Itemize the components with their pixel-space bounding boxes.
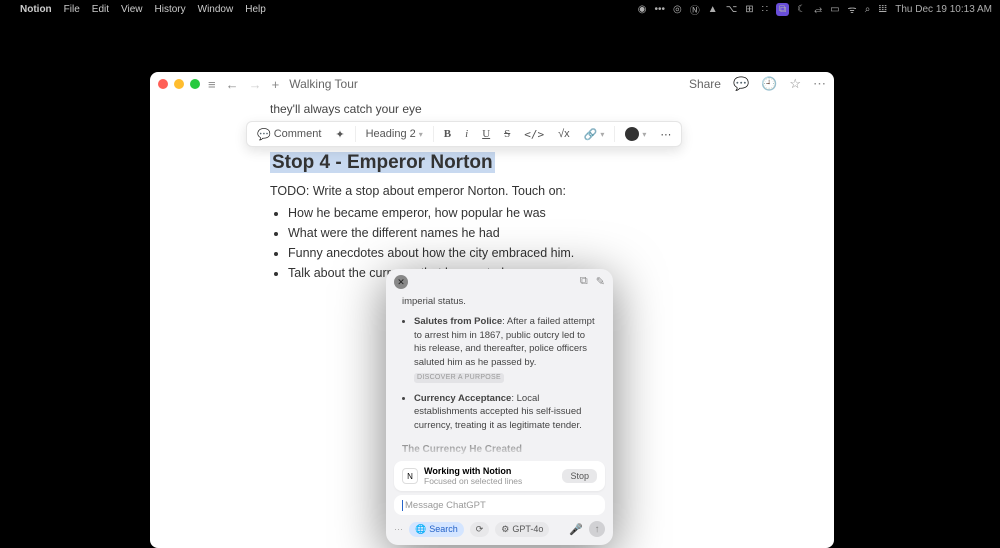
more-icon[interactable]: ⋯ <box>813 76 826 92</box>
source-badge[interactable]: DISCOVER A PURPOSE <box>414 373 504 383</box>
send-button[interactable]: ↑ <box>589 521 605 537</box>
context-bar: N Working with Notion Focused on selecte… <box>394 461 605 491</box>
macos-menubar: Notion File Edit View History Window Hel… <box>0 0 1000 18</box>
spotlight-icon[interactable]: ⌕ <box>865 4 871 15</box>
menubar-status: ◉ ••• ◎ Ⓝ ▲ ⌥ ⊞ ∷ ⧉ ☾ ⥄ ▭ ᯤ ⌕ 𝍔 Thu Dec … <box>638 2 992 17</box>
close-icon[interactable]: ✕ <box>394 275 408 289</box>
comments-icon[interactable]: 💬 <box>733 76 749 92</box>
formatting-toolbar: 💬 Comment ✦ Heading 2 ▾ B i U S </> √x 🔗… <box>246 121 682 147</box>
ai-button[interactable]: ✦ <box>331 126 348 143</box>
status-icon[interactable]: ⌥ <box>726 4 738 15</box>
menu-window[interactable]: Window <box>198 4 234 15</box>
favorite-icon[interactable]: ☆ <box>789 76 801 92</box>
forward-icon[interactable]: → <box>249 77 262 92</box>
menu-view[interactable]: View <box>121 4 143 15</box>
control-center-icon[interactable]: 𝍔 <box>878 4 887 15</box>
chatgpt-panel: ✕ ⧉ ✎ imperial status. Salutes from Poli… <box>386 269 613 545</box>
more-format-button[interactable]: ⋯ <box>656 126 675 143</box>
bullet-item[interactable]: Funny anecdotes about how the city embra… <box>288 246 714 260</box>
new-page-icon[interactable]: + <box>272 77 280 92</box>
focus-button[interactable]: ⟳ <box>470 522 490 537</box>
comment-button[interactable]: 💬 Comment <box>253 126 325 143</box>
minimize-icon[interactable] <box>174 79 184 89</box>
bullet-item[interactable]: How he became emperor, how popular he wa… <box>288 206 714 220</box>
maximize-icon[interactable] <box>190 79 200 89</box>
color-button[interactable]: ▾ <box>621 125 650 143</box>
bold-button[interactable]: B <box>440 126 455 142</box>
menu-file[interactable]: File <box>64 4 80 15</box>
new-chat-icon[interactable]: ✎ <box>596 275 605 289</box>
status-icon[interactable]: Ⓝ <box>690 2 700 17</box>
updates-icon[interactable]: 🕘 <box>761 76 777 92</box>
search-toggle[interactable]: 🌐 Search <box>409 522 464 537</box>
underline-button[interactable]: U <box>478 126 494 142</box>
model-selector[interactable]: ⚙ GPT-4o <box>495 522 549 537</box>
back-icon[interactable]: ← <box>226 77 239 92</box>
window-titlebar: ≡ ← → + Walking Tour Share 💬 🕘 ☆ ⋯ <box>150 72 834 96</box>
breadcrumb[interactable]: Walking Tour <box>289 77 358 91</box>
wifi-icon[interactable]: ᯤ <box>848 2 857 16</box>
status-icon[interactable]: ▲ <box>708 4 718 15</box>
traffic-lights[interactable] <box>158 79 200 89</box>
chat-input[interactable]: Message ChatGPT <box>394 495 605 515</box>
bullet-item[interactable]: What were the different names he had <box>288 226 714 240</box>
status-icon[interactable]: ⥄ <box>814 4 822 15</box>
context-subtitle: Focused on selected lines <box>424 476 522 486</box>
fade-overlay <box>386 435 613 457</box>
dock-icon[interactable]: ⧉ <box>580 275 588 289</box>
menu-app[interactable]: Notion <box>20 4 52 15</box>
battery-icon[interactable]: ▭ <box>830 4 839 15</box>
prev-block-text[interactable]: they'll always catch your eye <box>270 102 714 116</box>
menu-history[interactable]: History <box>155 4 186 15</box>
mic-icon[interactable]: 🎤 <box>569 523 583 536</box>
chat-response[interactable]: imperial status. Salutes from Police: Af… <box>386 295 613 457</box>
dnd-icon[interactable]: ☾ <box>797 4 806 15</box>
status-icon[interactable]: ⊞ <box>745 4 753 15</box>
sidebar-toggle-icon[interactable]: ≡ <box>208 77 216 92</box>
close-icon[interactable] <box>158 79 168 89</box>
share-button[interactable]: Share <box>689 77 721 91</box>
clock[interactable]: Thu Dec 19 10:13 AM <box>895 4 992 15</box>
attach-button[interactable]: ⋯ <box>394 524 403 535</box>
strike-button[interactable]: S <box>500 126 514 142</box>
response-bullet: Salutes from Police: After a failed atte… <box>414 315 599 384</box>
equation-button[interactable]: √x <box>554 126 574 142</box>
link-button[interactable]: 🔗▾ <box>580 126 609 143</box>
text-block[interactable]: TODO: Write a stop about emperor Norton.… <box>270 184 714 198</box>
block-type-selector[interactable]: Heading 2 ▾ <box>362 126 427 142</box>
stop-button[interactable]: Stop <box>562 469 597 483</box>
code-button[interactable]: </> <box>520 126 548 143</box>
status-icon[interactable]: ◉ <box>638 4 647 15</box>
status-icon[interactable]: ••• <box>655 4 666 15</box>
menu-help[interactable]: Help <box>245 4 266 15</box>
menu-edit[interactable]: Edit <box>92 4 109 15</box>
context-title: Working with Notion <box>424 466 522 476</box>
screen-record-icon[interactable]: ⧉ <box>776 3 789 16</box>
response-bullet: Currency Acceptance: Local establishment… <box>414 392 599 433</box>
italic-button[interactable]: i <box>461 126 472 142</box>
status-icon[interactable]: ◎ <box>673 4 682 15</box>
notion-context-icon: N <box>402 468 418 484</box>
heading-block[interactable]: Stop 4 - Emperor Norton <box>270 152 495 173</box>
response-fragment: imperial status. <box>402 295 599 309</box>
status-icon[interactable]: ∷ <box>762 4 768 15</box>
